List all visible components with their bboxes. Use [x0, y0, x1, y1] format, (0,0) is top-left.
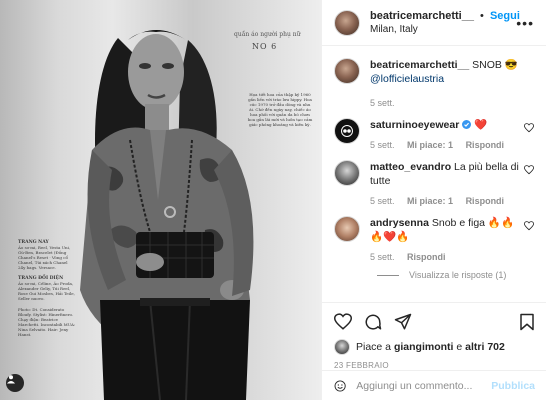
likes-summary: Piace a giangimonti e altri 702 [334, 339, 535, 355]
list-item: matteo_evandro La più bella di tutte 5 s… [334, 160, 534, 206]
likes-prefix: Piace a [356, 341, 392, 353]
caption-username[interactable]: beatricemarchetti__ [370, 59, 469, 71]
comment-username[interactable]: matteo_evandro [370, 161, 451, 173]
author-info: beatricemarchetti__ • Segui Milan, Italy [370, 10, 520, 35]
magazine-arc-text: quần áo người phụ nữ [234, 31, 301, 38]
liker-username[interactable]: giangimonti [394, 341, 454, 353]
caption-text: SNOB 😎 [472, 59, 518, 71]
comment-username[interactable]: saturninoeyewear [370, 119, 459, 131]
caption-mention-link[interactable]: @lofficielaustria [370, 73, 444, 85]
magazine-right-caption: Họa tiết hoa của thập kỷ 1960 gần liền v… [247, 92, 313, 127]
comment-like-heart-icon[interactable] [524, 123, 534, 133]
comment-like-heart-icon[interactable] [524, 221, 534, 231]
view-replies-button[interactable]: Visualizza le risposte (1) [377, 270, 534, 280]
caption-time[interactable]: 5 sett. [370, 98, 395, 108]
share-icon[interactable] [394, 313, 412, 331]
reply-button[interactable]: Rispondi [466, 140, 505, 150]
publish-button[interactable]: Pubblica [491, 380, 535, 392]
comment-time[interactable]: 5 sett. [370, 252, 395, 262]
liker-avatar[interactable] [334, 339, 350, 355]
magazine-issue-label: NO 6 [252, 42, 278, 51]
comments-list: beatricemarchetti__ SNOB 😎 @lofficielaus… [322, 46, 546, 280]
replies-divider [377, 274, 399, 276]
photo-illustration [80, 30, 254, 400]
sunglasses-logo-icon [341, 125, 353, 137]
comment-icon[interactable] [364, 313, 382, 331]
author-username[interactable]: beatricemarchetti__ [370, 10, 474, 22]
list-item: andrysenna Snob e figa 🔥🔥🔥❤️🔥 5 sett. Ri… [334, 216, 534, 262]
comment-input[interactable] [356, 379, 492, 392]
post-date[interactable]: 23 FEBBRAIO [334, 361, 535, 370]
emoji-icon[interactable] [334, 377, 346, 395]
likes-and: e [456, 341, 463, 353]
post-side-panel: beatricemarchetti__ • Segui Milan, Italy… [321, 0, 546, 400]
commenter-avatar[interactable] [334, 216, 360, 242]
credits-text-1: Áo sơ mi, Reel, Vesta Uni, Gü-Ben, Brace… [18, 245, 71, 270]
comment-time[interactable]: 5 sett. [370, 196, 395, 206]
commenter-avatar[interactable] [334, 160, 360, 186]
caption-avatar[interactable] [334, 58, 360, 84]
commenter-avatar[interactable] [334, 118, 360, 144]
comment-likes[interactable]: Mi piace: 1 [407, 196, 453, 206]
more-options-icon[interactable]: ••• [516, 15, 534, 31]
likes-others-link[interactable]: altri 702 [465, 341, 505, 353]
credits-text-3: Photo: Dt. Considerato Bloufy. Stylist: … [18, 307, 76, 337]
comment-time[interactable]: 5 sett. [370, 140, 395, 150]
credits-text-2: Áo sơ mi, Céline, Áo Proda, Alexander Ge… [18, 281, 75, 301]
reply-button[interactable]: Rispondi [466, 196, 505, 206]
verified-badge-icon [462, 120, 472, 129]
header-separator: • [480, 10, 484, 22]
view-replies-label: Visualizza le risposte (1) [409, 270, 507, 280]
post-location[interactable]: Milan, Italy [370, 24, 520, 35]
comment-like-heart-icon[interactable] [524, 165, 534, 175]
post-photo[interactable]: quần áo người phụ nữ NO 6 Họa tiết hoa c… [0, 0, 321, 400]
post-caption: beatricemarchetti__ SNOB 😎 @lofficielaus… [334, 58, 534, 108]
comment-likes[interactable]: Mi piace: 1 [407, 140, 453, 150]
author-avatar[interactable] [334, 9, 360, 36]
comment-text: ❤️ [474, 119, 488, 131]
list-item: saturninoeyewear ❤️ 5 sett. Mi piace: 1 … [334, 118, 534, 150]
magazine-credits-column: TRANG NAY Áo sơ mi, Reel, Vesta Uni, Gü-… [18, 234, 76, 337]
comment-username[interactable]: andrysenna [370, 217, 429, 229]
action-icons-row [334, 309, 535, 335]
tag-user-button[interactable] [6, 374, 24, 392]
bookmark-icon[interactable] [519, 313, 535, 331]
add-comment-bar: Pubblica [322, 370, 546, 400]
reply-button[interactable]: Rispondi [407, 252, 446, 262]
post-actions: Piace a giangimonti e altri 702 23 FEBBR… [322, 302, 546, 370]
heart-icon[interactable] [334, 313, 352, 331]
post-header: beatricemarchetti__ • Segui Milan, Italy… [322, 0, 546, 46]
tag-user-icon [7, 375, 15, 384]
